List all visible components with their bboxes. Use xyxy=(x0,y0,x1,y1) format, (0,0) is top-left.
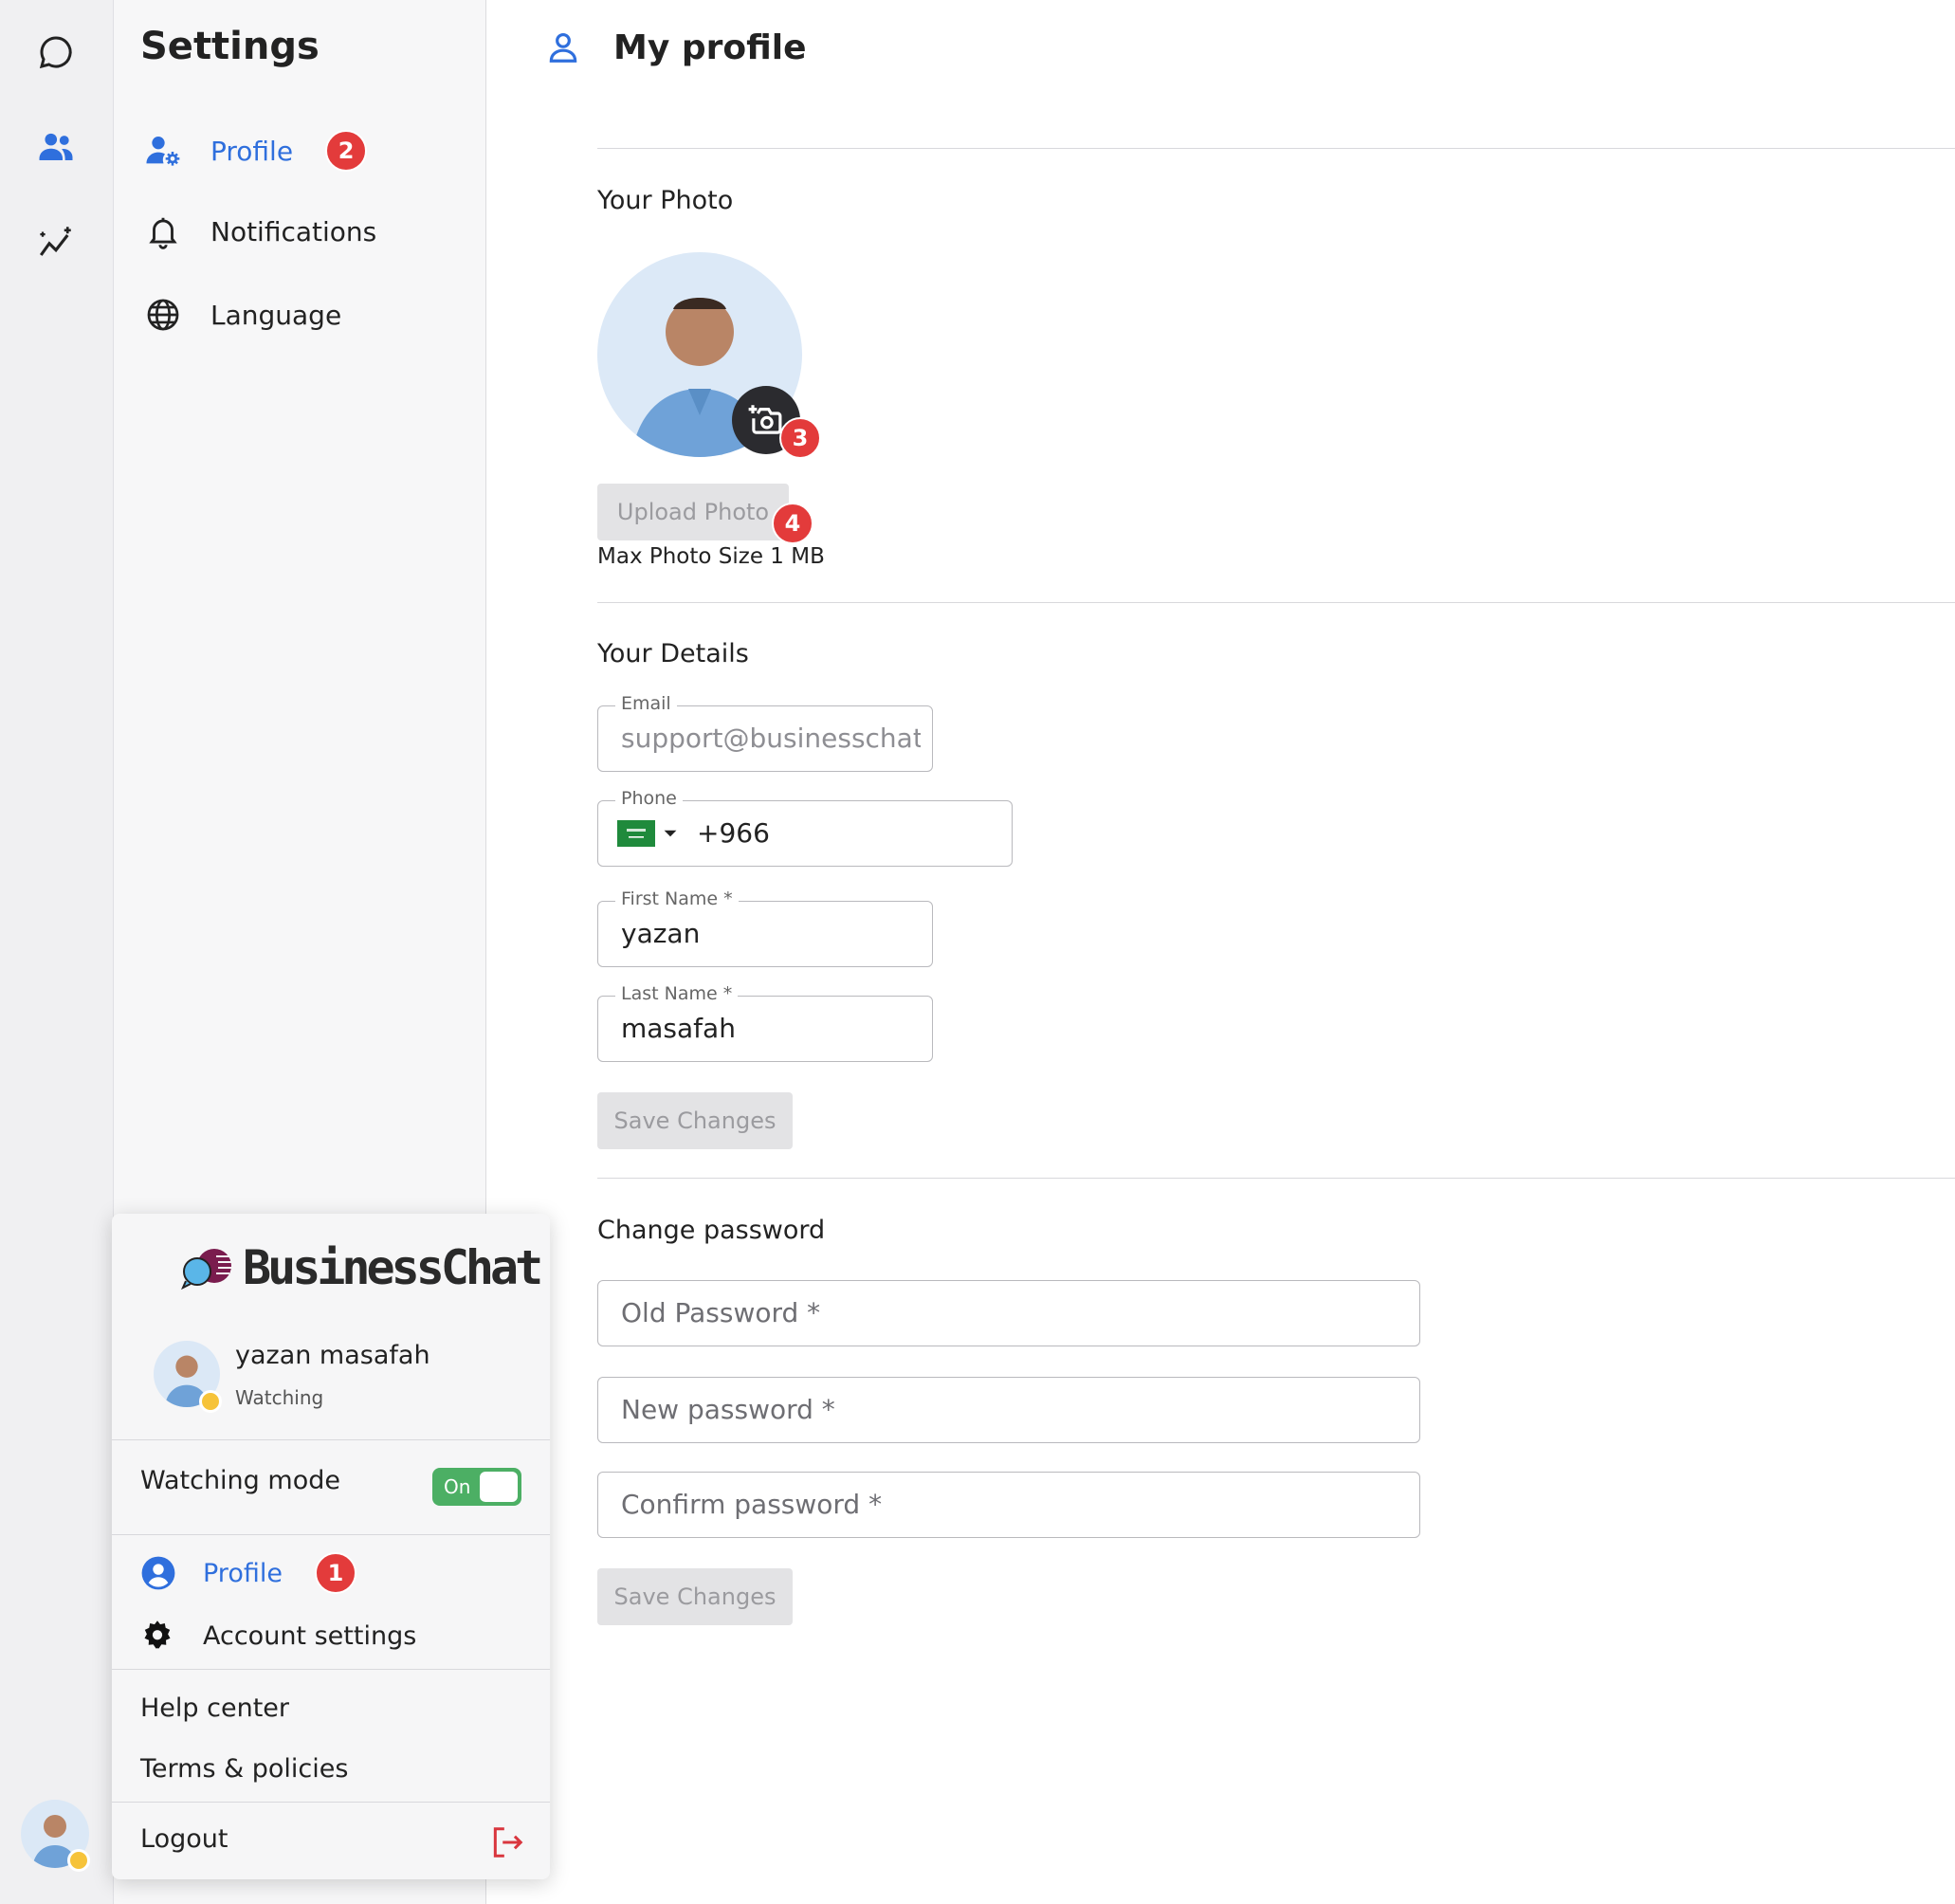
watching-mode-toggle[interactable]: On xyxy=(432,1468,521,1506)
user-circle-icon xyxy=(141,1556,175,1590)
email-field[interactable]: Email support@businesschat.ic xyxy=(597,693,933,772)
globe-icon xyxy=(142,294,184,336)
toggle-knob xyxy=(480,1472,518,1502)
save-password-button[interactable]: Save Changes xyxy=(597,1568,793,1625)
contacts-rail-button[interactable] xyxy=(28,119,83,174)
divider xyxy=(112,1439,550,1440)
chat-rail-button[interactable] xyxy=(28,25,83,80)
toggle-label: On xyxy=(444,1475,471,1498)
first-name-field[interactable]: First Name * yazan xyxy=(597,888,933,967)
new-password-field[interactable]: New password * xyxy=(597,1377,1420,1443)
profile-step-badge: 2 xyxy=(325,130,368,172)
divider xyxy=(597,148,1955,149)
phone-value: +966 xyxy=(697,816,770,849)
last-name-field[interactable]: Last Name * masafah xyxy=(597,983,933,1062)
chat-bubble-icon xyxy=(39,36,72,69)
sparkle-chart-icon xyxy=(39,227,71,256)
rail-status-dot xyxy=(67,1849,90,1872)
camera-step-badge: 3 xyxy=(779,417,821,459)
phone-field[interactable]: Phone +966 xyxy=(597,788,1013,867)
confirm-password-placeholder: Confirm password * xyxy=(621,1488,883,1520)
gear-icon xyxy=(144,1620,171,1649)
sidebar-item-label: Notifications xyxy=(210,215,377,247)
divider xyxy=(112,1669,550,1670)
user-icon xyxy=(549,32,577,63)
your-photo-heading: Your Photo xyxy=(597,186,734,215)
user-menu-popover: BusinessChat yazan masafah Watching Watc… xyxy=(112,1214,550,1879)
save-details-button[interactable]: Save Changes xyxy=(597,1092,793,1149)
popover-user-name: yazan masafah xyxy=(235,1341,430,1370)
your-details-heading: Your Details xyxy=(597,639,749,668)
user-gear-icon xyxy=(142,130,184,172)
menu-item-profile[interactable]: Profile 1 xyxy=(140,1549,356,1597)
upload-step-badge: 4 xyxy=(772,503,813,544)
analytics-rail-button[interactable] xyxy=(28,214,83,269)
email-value: support@businesschat.ic xyxy=(621,722,921,754)
icon-rail xyxy=(0,0,114,1904)
logo: BusinessChat xyxy=(178,1240,543,1295)
bell-icon xyxy=(142,211,184,252)
sidebar-item-profile[interactable]: Profile 2 xyxy=(142,124,368,177)
divider xyxy=(112,1802,550,1803)
users-icon xyxy=(39,133,73,160)
watching-mode-label: Watching mode xyxy=(140,1466,340,1495)
caret-down-icon xyxy=(664,830,677,837)
upload-photo-button[interactable]: Upload Photo xyxy=(597,484,789,540)
confirm-password-field[interactable]: Confirm password * xyxy=(597,1472,1420,1538)
menu-item-logout[interactable]: Logout xyxy=(140,1824,228,1854)
menu-item-account-settings[interactable]: Account settings xyxy=(140,1612,416,1659)
businesschat-logo-icon xyxy=(181,1249,231,1291)
logout-icon[interactable] xyxy=(489,1824,525,1860)
old-password-placeholder: Old Password * xyxy=(621,1296,821,1328)
popover-status-dot xyxy=(199,1390,222,1413)
sidebar-item-language[interactable]: Language xyxy=(142,288,341,341)
photo-size-note: Max Photo Size 1 MB xyxy=(597,544,825,569)
popover-user-status: Watching xyxy=(235,1386,324,1409)
old-password-field[interactable]: Old Password * xyxy=(597,1280,1420,1346)
sidebar-title: Settings xyxy=(140,25,320,68)
main-header: My profile xyxy=(545,21,807,74)
new-password-placeholder: New password * xyxy=(621,1393,835,1425)
sidebar-item-label: Profile xyxy=(210,135,294,167)
logo-text: BusinessChat xyxy=(243,1240,543,1295)
menu-profile-step-badge: 1 xyxy=(314,1552,356,1594)
menu-item-terms-policies[interactable]: Terms & policies xyxy=(140,1754,348,1784)
page-title: My profile xyxy=(613,27,807,67)
menu-item-help-center[interactable]: Help center xyxy=(140,1693,289,1723)
country-code-select[interactable] xyxy=(617,820,678,847)
sidebar-item-notifications[interactable]: Notifications xyxy=(142,205,376,258)
menu-item-account-settings-label: Account settings xyxy=(203,1620,417,1651)
last-name-value: masafah xyxy=(621,1012,736,1044)
divider xyxy=(112,1534,550,1535)
sidebar-item-label: Language xyxy=(210,299,342,331)
change-password-heading: Change password xyxy=(597,1216,826,1245)
divider xyxy=(597,602,1955,603)
first-name-value: yazan xyxy=(621,917,701,949)
phone-label: Phone xyxy=(615,788,683,809)
divider xyxy=(597,1178,1955,1179)
saudi-flag-icon xyxy=(617,820,655,847)
menu-item-profile-label: Profile xyxy=(203,1558,283,1588)
